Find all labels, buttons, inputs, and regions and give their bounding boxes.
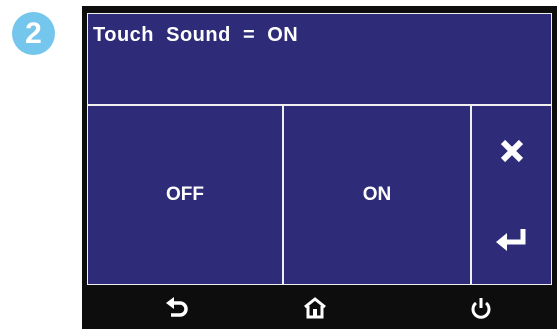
device-bezel: Touch Sound = ON OFF ON [82,6,557,329]
back-arrow-icon [166,297,188,317]
enter-return-icon [495,228,525,251]
power-icon [471,298,491,319]
off-button[interactable]: OFF [88,106,284,284]
title-bar: Touch Sound = ON [88,14,551,106]
touch-screen: Touch Sound = ON OFF ON [87,13,552,285]
enter-button[interactable] [472,195,551,284]
cancel-button[interactable] [472,106,551,195]
close-icon [500,139,523,162]
home-icon [304,297,326,319]
step-number-badge: 2 [12,12,55,55]
back-button[interactable] [152,287,202,329]
on-button-label: ON [362,184,392,205]
power-button[interactable] [456,287,506,329]
bottom-nav-bar [82,287,557,329]
home-button[interactable] [290,287,340,329]
side-button-column [472,106,551,284]
setting-title: Touch Sound = ON [93,24,299,46]
off-button-label: OFF [166,184,204,205]
on-button[interactable]: ON [284,106,472,284]
